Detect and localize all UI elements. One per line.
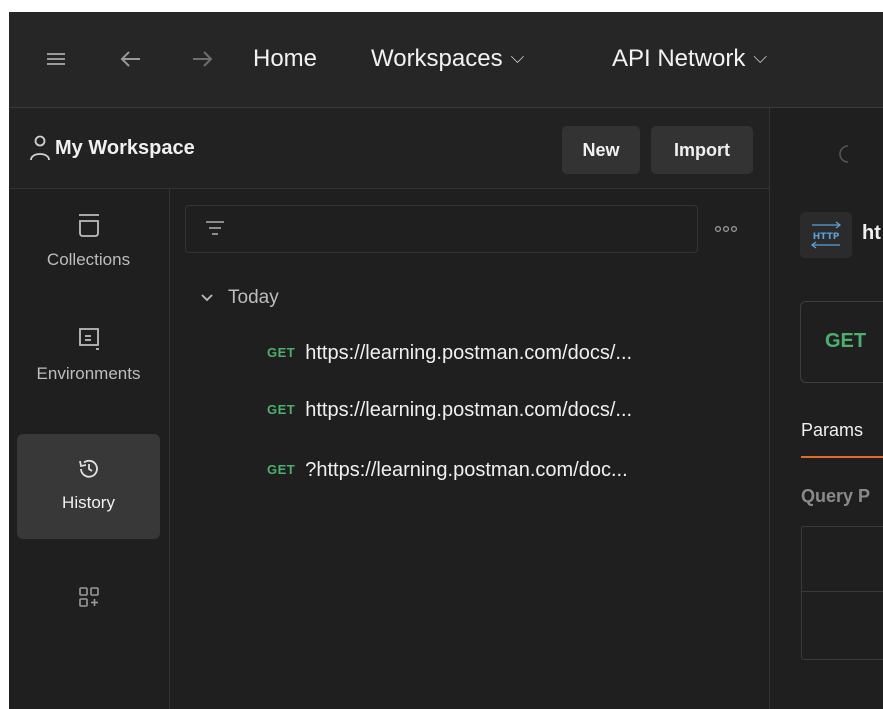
filter-icon [204, 218, 226, 243]
more-options-icon[interactable] [714, 221, 738, 239]
collections-icon [76, 214, 102, 243]
history-row[interactable]: GET https://learning.postman.com/docs/... [267, 342, 632, 365]
loading-icon [836, 144, 852, 169]
request-method: GET [267, 345, 296, 360]
top-bar: Home Workspaces ⌵ API Network ⌵ [9, 12, 883, 108]
request-area: HTTP ht GET Params Query P [770, 108, 883, 709]
chevron-down-icon [200, 287, 214, 309]
request-tab-http-icon[interactable]: HTTP [800, 212, 852, 258]
chevron-down-icon: ⌵ [753, 47, 768, 67]
history-row[interactable]: GET https://learning.postman.com/docs/... [267, 399, 632, 422]
table-row-divider [802, 591, 883, 592]
sidebar-item-label: Environments [36, 364, 141, 383]
history-group-label: Today [228, 287, 279, 308]
arrow-right-icon[interactable] [189, 46, 215, 77]
request-method: GET [267, 462, 296, 477]
filter-input[interactable] [185, 205, 698, 253]
environments-icon [76, 328, 102, 357]
query-params-heading: Query P [801, 486, 871, 506]
sidebar-item-collections[interactable]: Collections [17, 211, 160, 270]
nav-workspaces-label: Workspaces [371, 45, 503, 72]
query-params-table[interactable] [801, 526, 883, 660]
hamburger-menu-icon[interactable] [43, 46, 69, 77]
workspace-name[interactable]: My Workspace [55, 137, 195, 160]
nav-api-network[interactable]: API Network ⌵ [612, 45, 767, 73]
nav-workspaces[interactable]: Workspaces ⌵ [371, 45, 524, 73]
method-select-value: GET [825, 330, 867, 352]
nav-api-network-label: API Network [612, 45, 746, 72]
request-url: https://learning.postman.com/docs/... [305, 342, 633, 364]
new-button[interactable]: New [562, 126, 640, 174]
import-button[interactable]: Import [651, 126, 753, 174]
add-widgets-icon [76, 587, 102, 614]
sidebar-item-label: History [62, 493, 115, 512]
history-panel: Today GET https://learning.postman.com/do… [170, 189, 770, 709]
history-row[interactable]: GET ?https://learning.postman.com/doc... [267, 459, 628, 482]
request-url: ?https://learning.postman.com/doc... [305, 459, 628, 481]
request-method: GET [267, 402, 296, 417]
sidebar-item-history[interactable]: History [17, 434, 160, 539]
arrow-left-icon[interactable] [118, 46, 144, 77]
request-tab-title[interactable]: ht [862, 222, 881, 245]
history-group-today[interactable]: Today [200, 287, 279, 309]
method-select[interactable]: GET [800, 301, 883, 383]
sidebar-item-add-widgets[interactable] [17, 584, 160, 615]
request-url: https://learning.postman.com/docs/... [305, 399, 633, 421]
user-icon [29, 134, 51, 167]
postman-app: Home Workspaces ⌵ API Network ⌵ My Workspa… [9, 12, 883, 709]
active-tab-indicator [801, 456, 883, 458]
sidebar-divider [29, 533, 149, 534]
sidebar: Collections Environments History [9, 189, 170, 709]
workspace-header: My Workspace New Import [9, 108, 770, 189]
history-icon [76, 459, 102, 486]
tab-params[interactable]: Params [801, 420, 863, 441]
nav-home[interactable]: Home [253, 45, 317, 73]
sidebar-item-environments[interactable]: Environments [17, 325, 160, 384]
chevron-down-icon: ⌵ [510, 47, 525, 67]
sidebar-item-label: Collections [46, 250, 131, 269]
svg-text:HTTP: HTTP [813, 232, 840, 242]
